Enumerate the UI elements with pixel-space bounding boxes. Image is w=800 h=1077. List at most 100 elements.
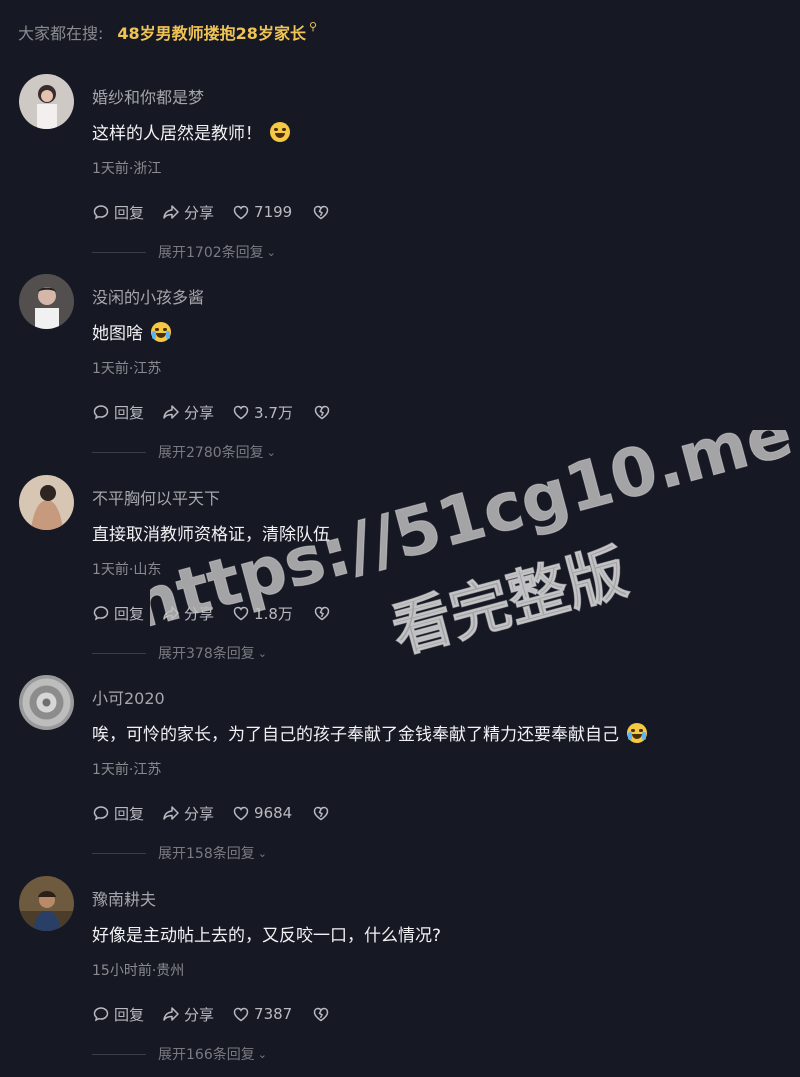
- share-label: 分享: [184, 804, 215, 823]
- avatar[interactable]: [19, 74, 74, 129]
- share-button[interactable]: 分享: [162, 1004, 214, 1025]
- heart-icon: [233, 1007, 249, 1022]
- broken-heart-icon: [313, 1007, 329, 1022]
- heart-icon: [233, 606, 249, 621]
- share-label: 分享: [184, 403, 215, 422]
- comment-meta: 1天前·山东: [92, 562, 162, 578]
- broken-heart-icon: [313, 806, 329, 821]
- comment-actions: 回复 分享 9684: [92, 802, 352, 824]
- chevron-down-icon: ⌄: [257, 846, 267, 860]
- comment-actions: 回复 分享 7199: [92, 201, 352, 223]
- expand-replies-button[interactable]: 展开1702条回复 ⌄: [92, 243, 276, 261]
- reply-label: 回复: [114, 804, 145, 823]
- comment-text-body: 这样的人居然是教师！: [92, 124, 262, 144]
- expand-replies-button[interactable]: 展开2780条回复 ⌄: [92, 443, 276, 461]
- search-icon: ⚲: [308, 19, 318, 33]
- share-label: 分享: [184, 203, 215, 222]
- comment-meta: 1天前·浙江: [92, 161, 162, 177]
- reply-button[interactable]: 回复: [92, 603, 144, 624]
- reply-label: 回复: [114, 1005, 145, 1024]
- comment-text: 唉，可怜的家长，为了自己的孩子奉献了金钱奉献了精力还要奉献自己: [92, 720, 647, 745]
- share-icon: [163, 205, 179, 219]
- share-icon: [163, 806, 179, 820]
- share-button[interactable]: 分享: [162, 803, 214, 824]
- comment-text: 这样的人居然是教师！: [92, 119, 290, 144]
- laughing-crying-emoji-icon: [270, 121, 290, 142]
- comment-username[interactable]: 豫南耕夫: [92, 886, 156, 910]
- broken-heart-icon: [314, 405, 330, 420]
- dislike-button[interactable]: [313, 403, 335, 421]
- comment-text-body: 唉，可怜的家长，为了自己的孩子奉献了金钱奉献了精力还要奉献自己: [92, 725, 619, 745]
- reply-label: 回复: [114, 604, 145, 623]
- heart-icon: [233, 205, 249, 220]
- share-icon: [163, 606, 179, 620]
- reply-label: 回复: [114, 403, 145, 422]
- like-button[interactable]: 7199: [232, 203, 292, 221]
- like-button[interactable]: 1.8万: [232, 603, 293, 624]
- reply-button[interactable]: 回复: [92, 402, 144, 423]
- divider: [92, 1053, 146, 1055]
- avatar[interactable]: [19, 475, 74, 530]
- expand-replies-button[interactable]: 展开166条回复 ⌄: [92, 1045, 267, 1063]
- share-button[interactable]: 分享: [162, 402, 214, 423]
- comment-text-body: 她图啥: [92, 324, 143, 344]
- comment-username[interactable]: 没闲的小孩多酱: [92, 284, 204, 308]
- trending-search-term[interactable]: 48岁男教师搂抱28岁家长: [117, 20, 306, 44]
- divider: [92, 652, 146, 654]
- dislike-button[interactable]: [312, 1005, 334, 1023]
- replies-label: 展开2780条回复: [158, 445, 264, 461]
- like-button[interactable]: 9684: [232, 804, 292, 822]
- comment-item: 没闲的小孩多酱 她图啥 1天前·江苏 回复 分享 3.7万 展开2780条回复 …: [0, 274, 800, 474]
- chevron-down-icon: ⌄: [266, 245, 276, 259]
- comment-text-body: 好像是主动帖上去的，又反咬一口，什么情况?: [92, 926, 442, 946]
- reply-button[interactable]: 回复: [92, 803, 144, 824]
- comment-actions: 回复 分享 1.8万: [92, 602, 353, 624]
- reply-button[interactable]: 回复: [92, 202, 144, 223]
- share-button[interactable]: 分享: [162, 603, 214, 624]
- comment-meta: 1天前·江苏: [92, 762, 162, 778]
- chevron-down-icon: ⌄: [266, 445, 276, 459]
- reply-icon: [93, 806, 109, 821]
- comment-username[interactable]: 婚纱和你都是梦: [92, 84, 204, 108]
- reply-icon: [93, 405, 109, 420]
- like-count: 3.7万: [254, 403, 293, 422]
- replies-label: 展开1702条回复: [158, 245, 264, 261]
- crying-emoji-icon: [627, 722, 647, 743]
- avatar[interactable]: [19, 876, 74, 931]
- comment-username[interactable]: 小可2020: [92, 685, 165, 709]
- dislike-button[interactable]: [312, 804, 334, 822]
- dislike-button[interactable]: [313, 604, 335, 622]
- share-button[interactable]: 分享: [162, 202, 214, 223]
- comment-meta: 15小时前·贵州: [92, 963, 185, 979]
- replies-label: 展开158条回复: [158, 846, 255, 862]
- replies-label: 展开378条回复: [158, 646, 255, 662]
- broken-heart-icon: [313, 205, 329, 220]
- heart-icon: [233, 806, 249, 821]
- divider: [92, 451, 146, 453]
- like-count: 7199: [254, 203, 293, 221]
- like-button[interactable]: 7387: [232, 1005, 292, 1023]
- comment-item: 小可2020 唉，可怜的家长，为了自己的孩子奉献了金钱奉献了精力还要奉献自己 1…: [0, 675, 800, 875]
- replies-label: 展开166条回复: [158, 1047, 255, 1063]
- comment-item: 豫南耕夫 好像是主动帖上去的，又反咬一口，什么情况? 15小时前·贵州 回复 分…: [0, 876, 800, 1076]
- chevron-down-icon: ⌄: [257, 646, 267, 660]
- dislike-button[interactable]: [312, 203, 334, 221]
- comment-item: 婚纱和你都是梦 这样的人居然是教师！ 1天前·浙江 回复 分享 7199 展开1…: [0, 74, 800, 274]
- reply-button[interactable]: 回复: [92, 1004, 144, 1025]
- expand-replies-button[interactable]: 展开378条回复 ⌄: [92, 644, 267, 662]
- like-button[interactable]: 3.7万: [232, 402, 293, 423]
- divider: [92, 852, 146, 854]
- avatar[interactable]: [19, 675, 74, 730]
- comment-text-body: 直接取消教师资格证，清除队伍: [92, 525, 330, 545]
- avatar[interactable]: [19, 274, 74, 329]
- reply-icon: [93, 1007, 109, 1022]
- comment-actions: 回复 分享 3.7万: [92, 401, 353, 423]
- chevron-down-icon: ⌄: [257, 1047, 267, 1061]
- like-count: 9684: [254, 804, 293, 822]
- share-label: 分享: [184, 604, 215, 623]
- trending-search-bar[interactable]: 大家都在搜: 48岁男教师搂抱28岁家长 ⚲: [18, 18, 317, 46]
- comment-text: 她图啥: [92, 319, 171, 344]
- share-icon: [163, 1007, 179, 1021]
- expand-replies-button[interactable]: 展开158条回复 ⌄: [92, 844, 267, 862]
- comment-username[interactable]: 不平胸何以平天下: [92, 485, 220, 509]
